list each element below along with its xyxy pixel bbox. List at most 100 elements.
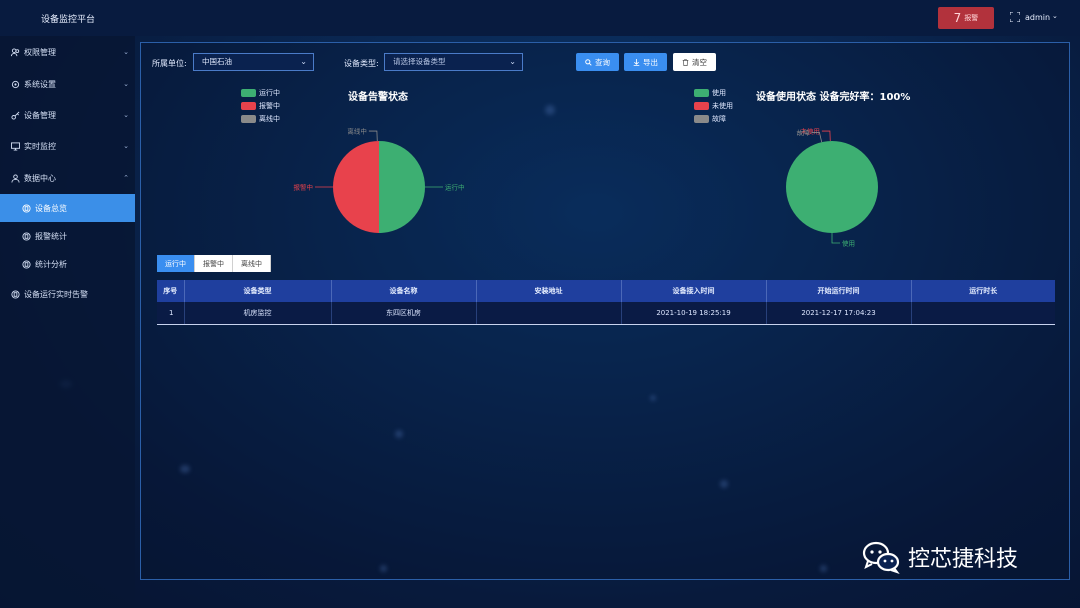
user-name[interactable]: admin: [1025, 13, 1050, 22]
table-cell: 2021-12-17 17:04:23: [766, 302, 912, 325]
table-cell: 东四区机房: [331, 302, 477, 325]
column-header[interactable]: 序号: [157, 280, 185, 302]
device-type-placeholder: 请选择设备类型: [393, 57, 446, 66]
legend-label: 报警中: [259, 102, 280, 110]
alarm-button[interactable]: 7 报警: [938, 7, 994, 29]
sidebar-item-permissions[interactable]: 权限管理 ⌄: [0, 38, 135, 66]
column-header[interactable]: 设备名称: [331, 280, 477, 302]
sidebar-item-stat-analysis[interactable]: 统计分析: [0, 250, 135, 278]
column-header[interactable]: 设备类型: [184, 280, 332, 302]
sidebar-item-label: 系统设置: [24, 79, 56, 89]
legend-item-offline[interactable]: 离线中: [241, 114, 280, 124]
sidebar-item-device-management[interactable]: 设备管理 ⌄: [0, 101, 135, 129]
sidebar-item-label: 报警统计: [35, 231, 67, 241]
legend-swatch: [241, 89, 256, 97]
table-cell: 2021-10-19 18:25:19: [621, 302, 767, 325]
chevron-down-icon: ⌄: [300, 57, 307, 66]
circle-icon: [22, 231, 31, 241]
circle-icon: [22, 203, 31, 213]
sidebar-item-system-settings[interactable]: 系统设置 ⌄: [0, 70, 135, 98]
legend-item-in-use[interactable]: 使用: [694, 88, 726, 98]
tab-offline[interactable]: 离线中: [233, 255, 271, 272]
alarm-label: 报警: [964, 14, 979, 22]
sidebar-item-label: 设备管理: [24, 110, 56, 120]
status-tabs: 运行中 报警中 离线中: [157, 255, 271, 272]
chevron-down-icon: ⌄: [509, 57, 516, 66]
unit-select-value: 中国石油: [202, 57, 232, 66]
sidebar-item-data-center[interactable]: 数据中心 ⌃: [0, 164, 135, 192]
alarm-status-chart-title: 设备告警状态: [348, 92, 408, 103]
legend-swatch: [694, 115, 709, 123]
search-button[interactable]: 查询: [576, 53, 619, 71]
sidebar-item-alarm-stats[interactable]: 报警统计: [0, 222, 135, 250]
table-header-row: 序号 设备类型 设备名称 安装地址 设备接入时间 开始运行时间 运行时长: [157, 280, 1055, 302]
sidebar-item-label: 设备运行实时告警: [24, 289, 88, 299]
legend-label: 离线中: [259, 115, 280, 123]
legend-item-fault[interactable]: 故障: [694, 114, 726, 124]
legend-label: 使用: [712, 89, 726, 97]
legend-swatch: [241, 102, 256, 110]
chevron-up-icon: ⌃: [123, 174, 129, 182]
fullscreen-icon[interactable]: [1010, 12, 1020, 22]
monitor-icon: [11, 141, 20, 151]
clear-button-label: 清空: [692, 57, 707, 67]
circle-icon: [22, 259, 31, 269]
sidebar-item-realtime-monitor[interactable]: 实时监控 ⌄: [0, 132, 135, 160]
legend-item-alarm[interactable]: 报警中: [241, 101, 280, 111]
tab-alarm[interactable]: 报警中: [195, 255, 233, 272]
device-table: 序号 设备类型 设备名称 安装地址 设备接入时间 开始运行时间 运行时长 1 机…: [157, 280, 1055, 325]
alarm-count: 7: [953, 11, 962, 25]
legend-label: 故障: [712, 115, 726, 123]
chevron-down-icon: ⌄: [123, 80, 129, 88]
trash-icon: [682, 58, 689, 66]
top-bar: 设备监控平台 7 报警 admin ⌄: [0, 0, 1080, 36]
search-button-label: 查询: [595, 57, 610, 67]
device-type-select[interactable]: 请选择设备类型 ⌄: [384, 53, 523, 71]
sidebar-item-realtime-alarm[interactable]: 设备运行实时告警: [0, 280, 135, 308]
chevron-down-icon: ⌄: [123, 48, 129, 56]
person-icon: [11, 173, 20, 183]
device-type-label: 设备类型:: [344, 59, 379, 68]
sidebar-item-label: 权限管理: [24, 47, 56, 57]
clear-button[interactable]: 清空: [673, 53, 716, 71]
sidebar: 权限管理 ⌄ 系统设置 ⌄ 设备管理 ⌄ 实时监控 ⌄ 数据中心 ⌃ 设备总览 …: [0, 36, 135, 608]
chevron-down-icon[interactable]: ⌄: [1052, 12, 1058, 20]
sidebar-item-label: 设备总览: [35, 203, 67, 213]
wechat-logo-icon: [862, 541, 900, 574]
legend-label: 运行中: [259, 89, 280, 97]
chevron-down-icon: ⌄: [123, 111, 129, 119]
legend-swatch: [694, 102, 709, 110]
legend-label: 未使用: [712, 102, 733, 110]
legend-item-unused[interactable]: 未使用: [694, 101, 733, 111]
export-button-label: 导出: [643, 57, 658, 67]
sidebar-item-label: 数据中心: [24, 173, 56, 183]
column-header[interactable]: 安装地址: [476, 280, 622, 302]
legend-swatch: [694, 89, 709, 97]
unit-label: 所属单位:: [152, 59, 187, 68]
table-row[interactable]: 1 机房监控 东四区机房 2021-10-19 18:25:19 2021-12…: [157, 302, 1055, 325]
usage-status-chart-title: 设备使用状态 设备完好率：100%: [756, 92, 911, 103]
sidebar-item-device-overview[interactable]: 设备总览: [0, 194, 135, 222]
column-header[interactable]: 运行时长: [911, 280, 1055, 302]
table-cell: [476, 302, 622, 325]
sidebar-item-label: 实时监控: [24, 141, 56, 151]
circle-icon: [11, 289, 20, 299]
gear-icon: [11, 80, 20, 88]
download-icon: [633, 58, 640, 66]
legend-swatch: [241, 115, 256, 123]
chevron-down-icon: ⌄: [123, 142, 129, 150]
tab-running[interactable]: 运行中: [157, 255, 195, 272]
column-header[interactable]: 开始运行时间: [766, 280, 912, 302]
export-button[interactable]: 导出: [624, 53, 667, 71]
column-header[interactable]: 设备接入时间: [621, 280, 767, 302]
key-icon: [11, 111, 20, 120]
watermark-text: 控芯捷科技: [908, 547, 1019, 572]
table-cell: [911, 302, 1055, 325]
app-title: 设备监控平台: [41, 15, 96, 25]
sidebar-item-label: 统计分析: [35, 259, 67, 269]
table-cell: 1: [157, 302, 185, 325]
legend-item-running[interactable]: 运行中: [241, 88, 280, 98]
unit-select[interactable]: 中国石油 ⌄: [193, 53, 314, 71]
watermark: 控芯捷科技: [862, 540, 1018, 574]
search-icon: [585, 58, 592, 66]
